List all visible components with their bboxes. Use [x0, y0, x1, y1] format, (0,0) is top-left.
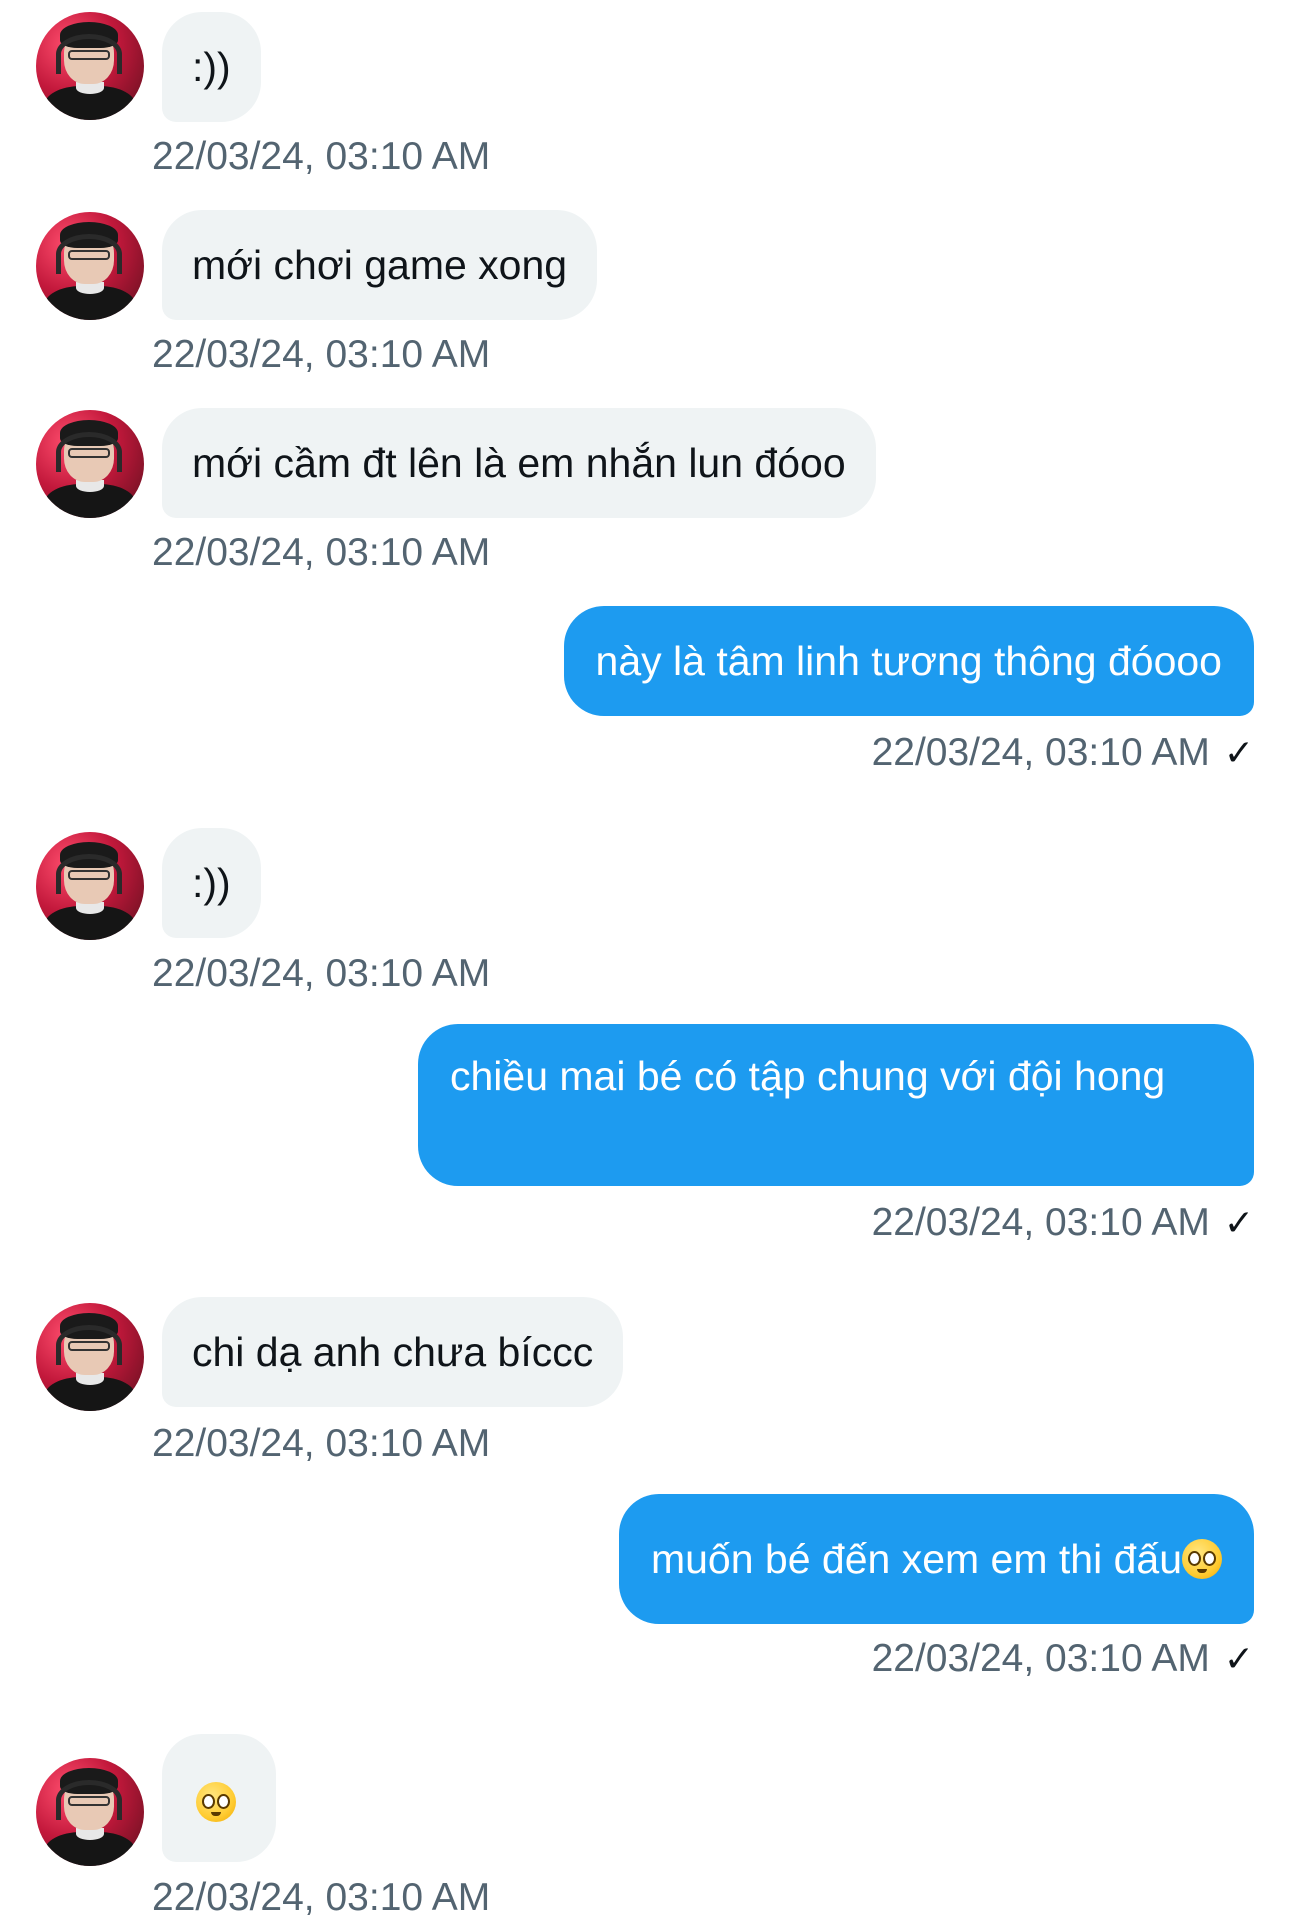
message-text: mới chơi game xong [192, 242, 568, 288]
message-bubble-outgoing[interactable]: này là tâm linh tương thông đóooo [563, 606, 1254, 716]
message-timestamp: 22/03/24, 03:10 AM [152, 333, 491, 376]
message-timestamp: 22/03/24, 03:10 AM ✓ [872, 731, 1254, 775]
sender-avatar[interactable] [36, 1303, 144, 1411]
sender-avatar[interactable] [36, 212, 144, 320]
sender-avatar[interactable] [36, 12, 144, 120]
check-icon: ✓ [1223, 732, 1254, 773]
check-icon: ✓ [1223, 1638, 1254, 1679]
message-text: chi dạ anh chưa bíccc [192, 1329, 594, 1375]
sender-avatar[interactable] [36, 1758, 144, 1866]
message-text: mới cầm đt lên là em nhắn lun đóoo [192, 440, 846, 486]
message-timestamp: 22/03/24, 03:10 AM [152, 952, 491, 995]
message-bubble-incoming[interactable]: mới chơi game xong [162, 210, 598, 320]
message-bubble-outgoing[interactable]: muốn bé đến xem em thi đấu [618, 1494, 1254, 1624]
message-time: 22/03/24, 03:10 AM [871, 1637, 1210, 1680]
check-icon: ✓ [1223, 1202, 1254, 1243]
message-time: 22/03/24, 03:10 AM [871, 1201, 1210, 1244]
message-bubble-outgoing[interactable]: chiều mai bé có tập chung với đội hong [418, 1024, 1254, 1186]
sender-avatar[interactable] [36, 410, 144, 518]
message-timestamp: 22/03/24, 03:10 AM [152, 135, 491, 178]
message-bubble-incoming[interactable]: :)) [162, 12, 261, 122]
message-bubble-incoming[interactable]: :)) [162, 828, 261, 938]
message-timestamp: 22/03/24, 03:10 AM [152, 1422, 491, 1465]
message-text: :)) [192, 860, 231, 906]
dm-thread: :)) 22/03/24, 03:10 AM mới chơi game xon… [0, 0, 1290, 1919]
message-timestamp: 22/03/24, 03:10 AM [152, 1876, 491, 1919]
sender-avatar[interactable] [36, 832, 144, 940]
pleading-face-emoji [196, 1782, 236, 1822]
message-text: này là tâm linh tương thông đóooo [595, 638, 1222, 684]
message-text: muốn bé đến xem em thi đấu [650, 1536, 1182, 1582]
pleading-face-emoji [1182, 1539, 1222, 1579]
message-text: :)) [192, 44, 231, 90]
message-time: 22/03/24, 03:10 AM [871, 731, 1210, 774]
message-bubble-incoming[interactable] [162, 1734, 276, 1862]
message-timestamp: 22/03/24, 03:10 AM [152, 531, 491, 574]
message-bubble-incoming[interactable]: chi dạ anh chưa bíccc [162, 1297, 624, 1407]
message-text: chiều mai bé có tập chung với đội hong [450, 1053, 1166, 1099]
message-timestamp: 22/03/24, 03:10 AM ✓ [872, 1637, 1254, 1681]
message-timestamp: 22/03/24, 03:10 AM ✓ [872, 1201, 1254, 1245]
message-bubble-incoming[interactable]: mới cầm đt lên là em nhắn lun đóoo [162, 408, 876, 518]
